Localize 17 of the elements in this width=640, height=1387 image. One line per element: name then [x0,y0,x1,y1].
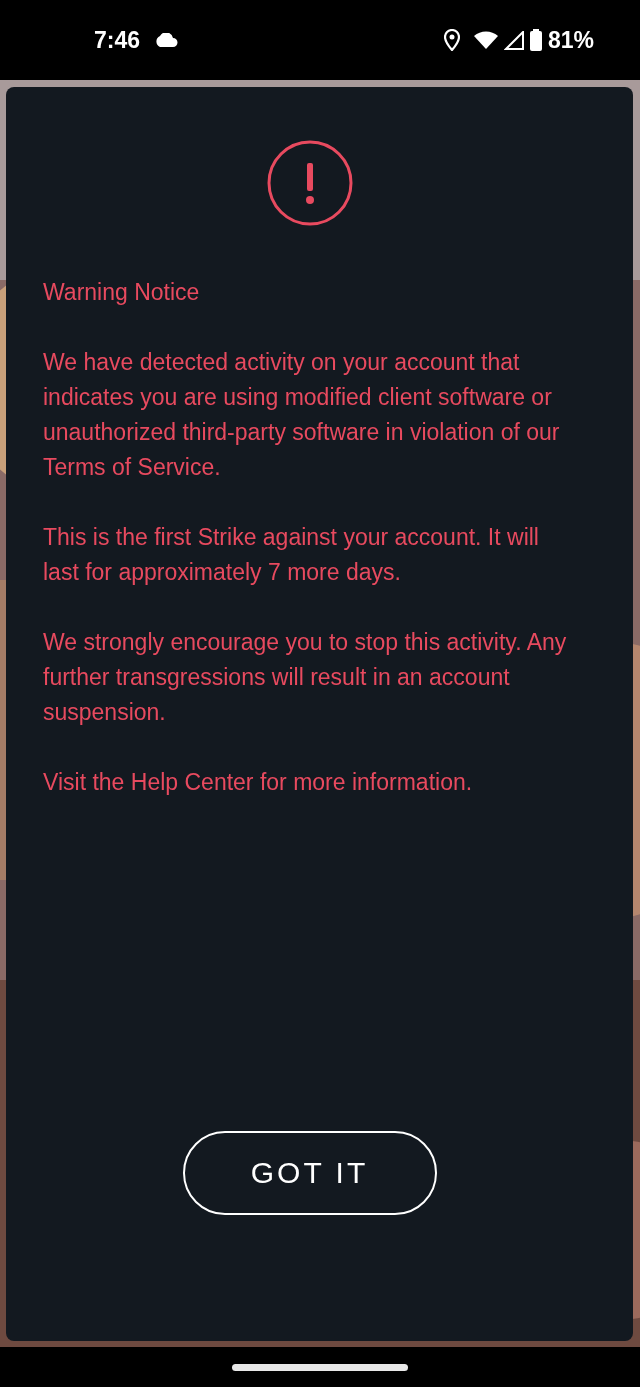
link[interactable]: Terms of Service [43,454,215,480]
battery-icon [529,29,542,51]
cloud-icon [154,33,179,47]
notice-paragraph: Visit the Help Center for more information. [43,768,474,797]
notice-paragraph: This is the first Strike against your account. It will last for approximately 7 more days. [43,523,540,587]
battery-level: 81% [547,26,594,54]
link[interactable]: Help Center [130,769,254,795]
location-icon [443,29,460,51]
alert-icon [265,139,354,227]
dialog-title: Warning Notice [43,278,200,307]
got-it-button[interactable]: GOT IT [182,1131,437,1215]
notice-paragraph: We have detected activity on your account that indicates you are using modified client software or unauthorized third-party software in violation of our Terms of Service. [43,348,561,482]
signal-icon [503,30,524,50]
clock: 7:46 [94,26,141,54]
wifi-icon [473,31,498,49]
notice-paragraph: We strongly encourage you to stop this activity. Any further transgressions will result in an account suspension. [43,628,568,727]
home-handle[interactable] [232,1363,408,1371]
